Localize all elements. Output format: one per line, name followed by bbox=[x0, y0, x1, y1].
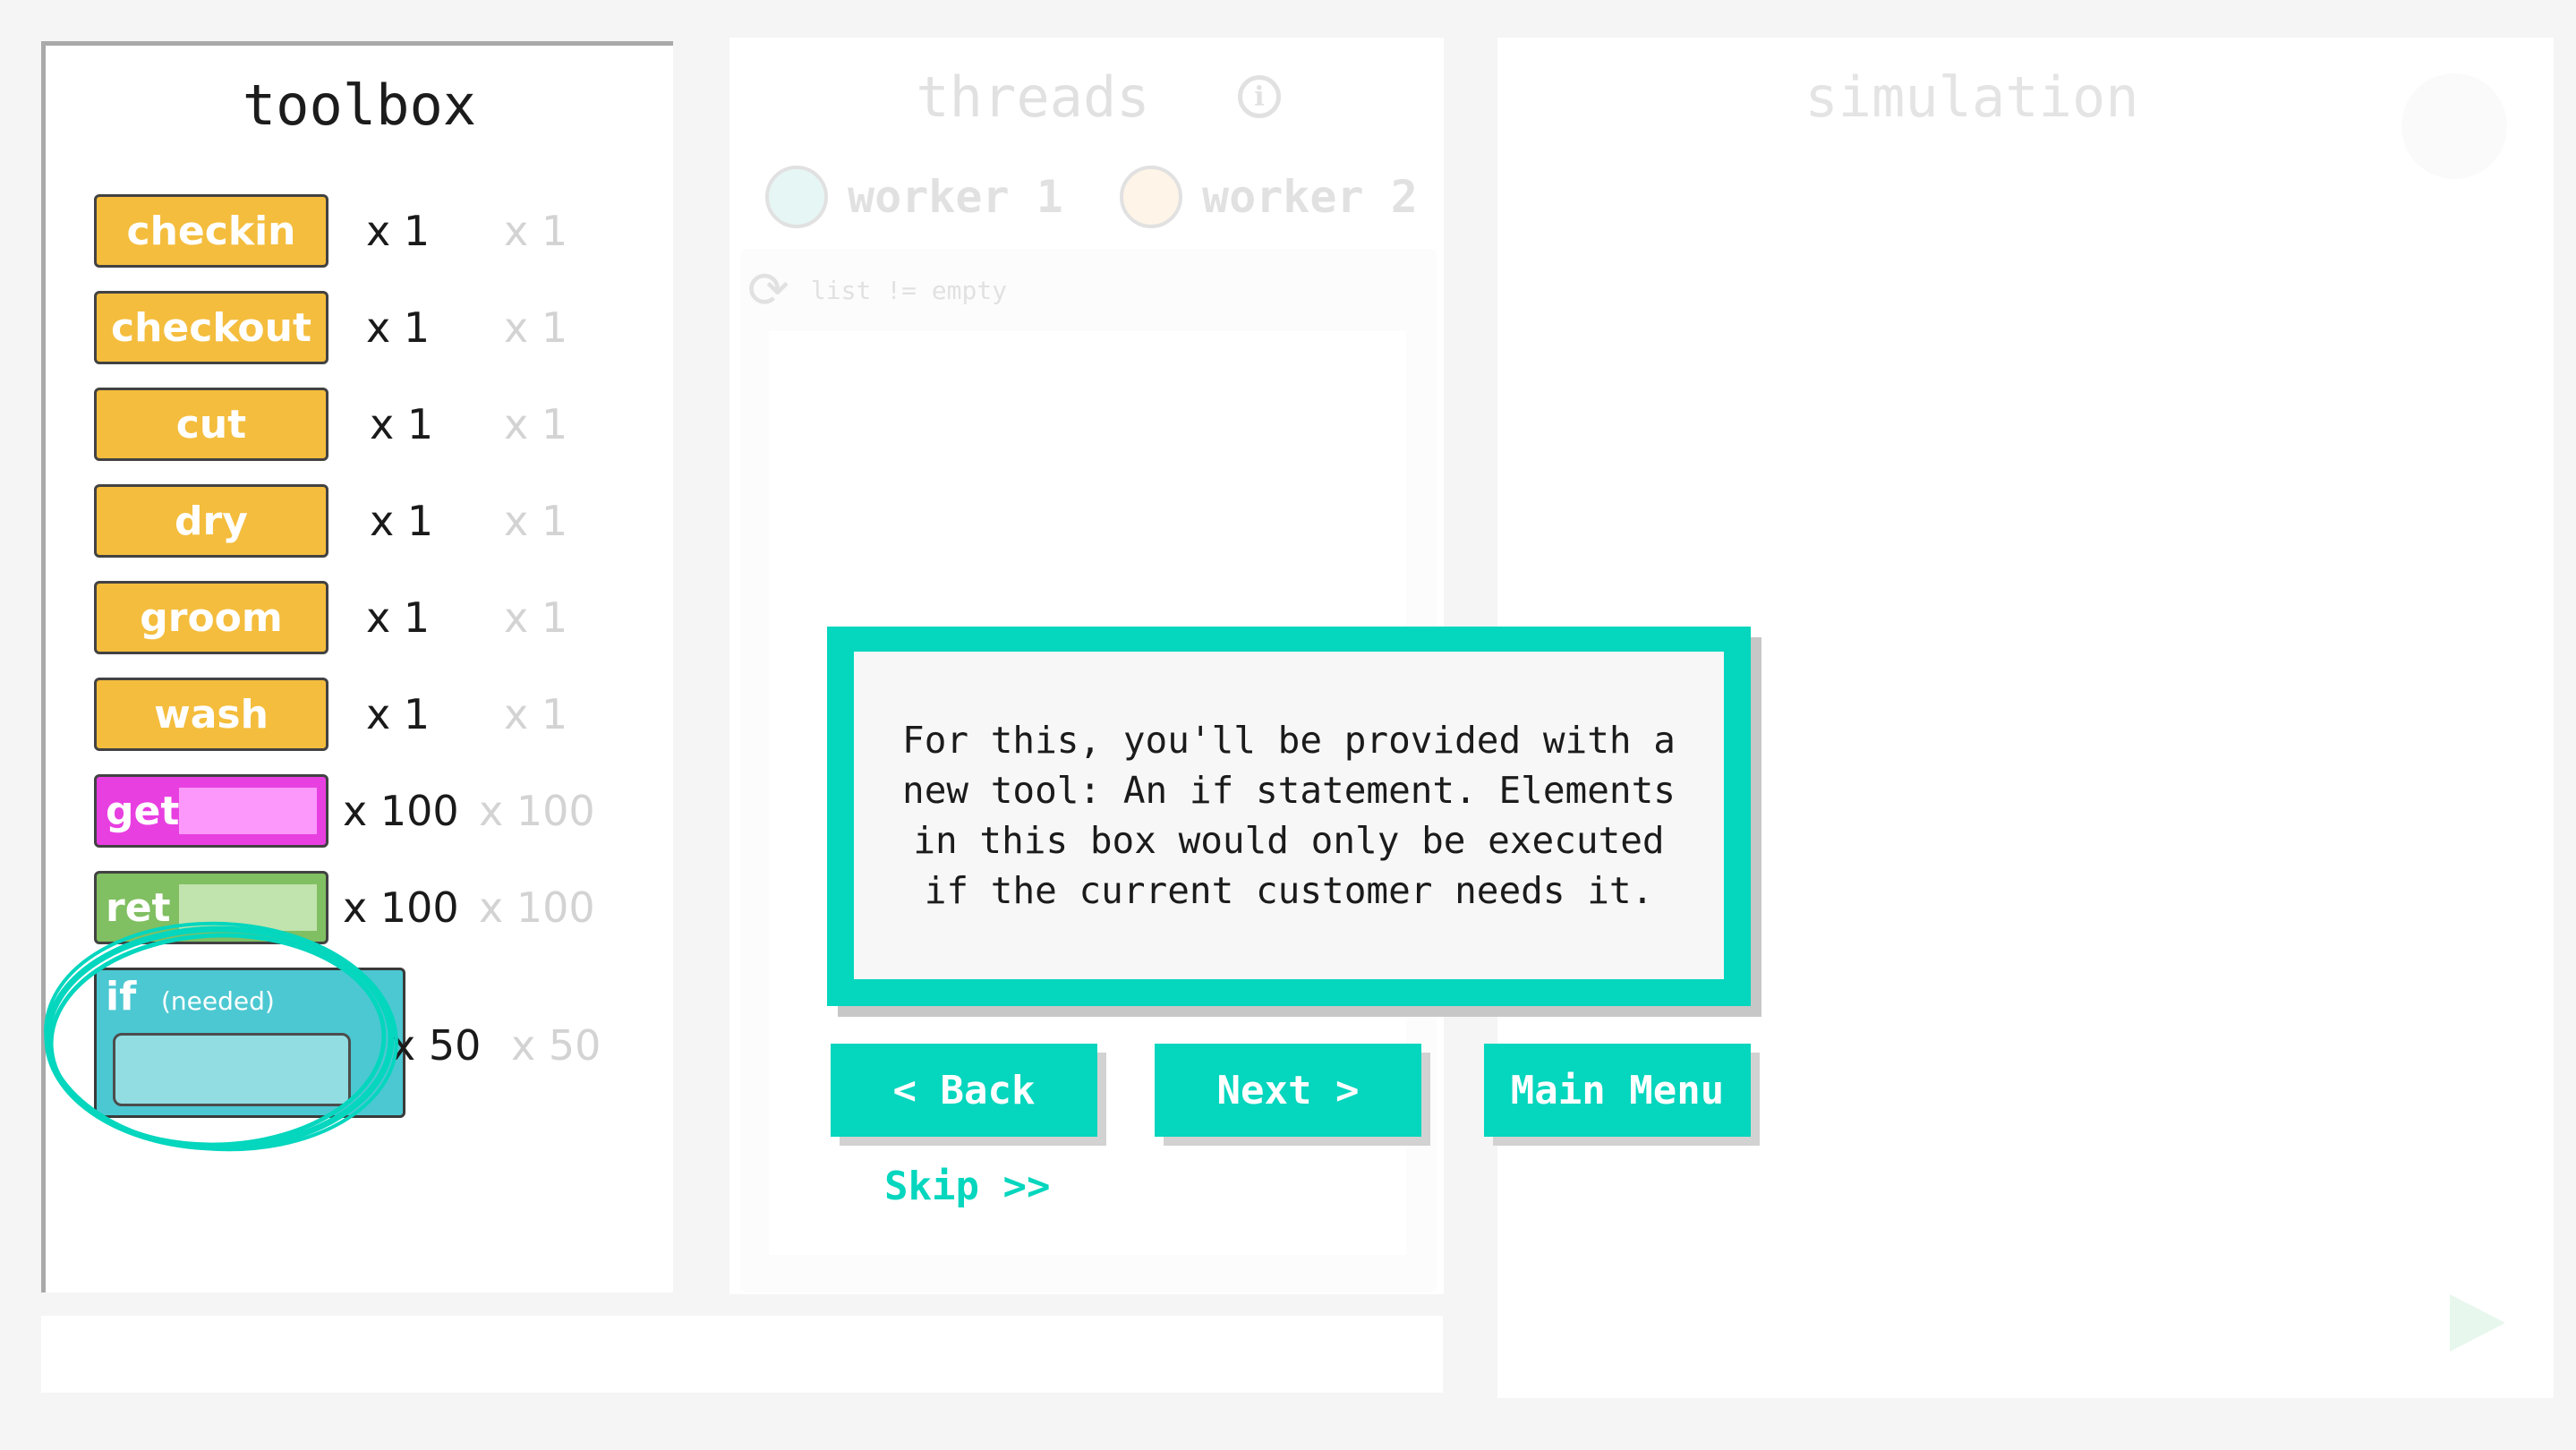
worker-1-label: worker 1 bbox=[848, 171, 1063, 223]
main-menu-button[interactable]: Main Menu bbox=[1484, 1044, 1751, 1137]
tool-max-count: x 1 bbox=[504, 303, 568, 352]
tool-max-count: x 1 bbox=[504, 690, 568, 738]
tab-worker-2[interactable]: worker 2 bbox=[1120, 161, 1418, 233]
loop-condition: list != empty bbox=[810, 276, 1008, 305]
ret-block-slot[interactable] bbox=[179, 884, 317, 931]
checkout-block[interactable]: checkout bbox=[94, 291, 328, 364]
worker-2-label: worker 2 bbox=[1202, 171, 1418, 223]
tool-row-groom: groom x 1 x 1 bbox=[46, 581, 672, 656]
tool-count: x 1 bbox=[370, 497, 434, 545]
cut-block[interactable]: cut bbox=[94, 388, 328, 461]
checkin-block[interactable]: checkin bbox=[94, 194, 328, 268]
dialog-body: For this, you'll be provided with a new … bbox=[854, 652, 1724, 979]
get-block-slot[interactable] bbox=[179, 788, 317, 834]
tool-row-get: get x 100 x 100 bbox=[46, 774, 672, 849]
tutorial-dialog: For this, you'll be provided with a new … bbox=[827, 627, 1751, 1006]
tool-count: x 1 bbox=[366, 207, 431, 255]
tool-row-checkin: checkin x 1 x 1 bbox=[46, 194, 672, 269]
toolbox-title: toolbox bbox=[242, 72, 477, 138]
get-block[interactable]: get bbox=[94, 774, 328, 848]
tool-max-count: x 100 bbox=[479, 883, 595, 932]
tool-count: x 1 bbox=[366, 303, 431, 352]
tool-row-if: if (needed) x 50 x 50 bbox=[46, 968, 672, 1129]
tool-count: x 1 bbox=[370, 400, 434, 448]
simulation-title: simulation bbox=[1804, 64, 2139, 130]
person-avatar-icon bbox=[1120, 166, 1182, 228]
tool-max-count: x 50 bbox=[511, 1021, 601, 1070]
tool-max-count: x 1 bbox=[504, 593, 568, 642]
loop-header: ⟳ list != empty bbox=[747, 261, 1007, 320]
tab-worker-1[interactable]: worker 1 bbox=[765, 161, 1063, 233]
dry-block[interactable]: dry bbox=[94, 484, 328, 558]
tool-max-count: x 1 bbox=[504, 400, 568, 448]
tool-row-dry: dry x 1 x 1 bbox=[46, 484, 672, 559]
tool-max-count: x 100 bbox=[479, 787, 595, 835]
tool-count: x 100 bbox=[343, 883, 459, 932]
info-icon[interactable]: i bbox=[1238, 75, 1281, 118]
tool-count: x 100 bbox=[343, 787, 459, 835]
settings-icon[interactable] bbox=[2401, 73, 2507, 179]
tool-max-count: x 1 bbox=[504, 207, 568, 255]
loop-icon: ⟳ bbox=[747, 261, 789, 320]
tool-row-ret: ret x 100 x 100 bbox=[46, 871, 672, 946]
if-body-slot[interactable] bbox=[113, 1033, 351, 1106]
tool-max-count: x 1 bbox=[504, 497, 568, 545]
back-button[interactable]: < Back bbox=[831, 1044, 1097, 1137]
toolbox-panel: toolbox checkin x 1 x 1 checkout x 1 x 1… bbox=[41, 41, 673, 1292]
skip-link[interactable]: Skip >> bbox=[884, 1164, 1050, 1209]
next-button[interactable]: Next > bbox=[1155, 1044, 1421, 1137]
if-block[interactable]: if (needed) bbox=[94, 968, 405, 1118]
if-keyword: if bbox=[106, 974, 137, 1019]
tool-row-wash: wash x 1 x 1 bbox=[46, 678, 672, 753]
person-avatar-icon bbox=[765, 166, 828, 228]
tool-count: x 50 bbox=[391, 1021, 482, 1070]
play-icon[interactable] bbox=[2450, 1294, 2505, 1352]
tool-count: x 1 bbox=[366, 593, 431, 642]
tool-count: x 1 bbox=[366, 690, 431, 738]
if-note: (needed) bbox=[161, 986, 275, 1016]
tool-row-checkout: checkout x 1 x 1 bbox=[46, 291, 672, 366]
tool-row-cut: cut x 1 x 1 bbox=[46, 388, 672, 463]
dialog-text: For this, you'll be provided with a new … bbox=[902, 719, 1676, 912]
groom-block[interactable]: groom bbox=[94, 581, 328, 654]
bottom-bar bbox=[41, 1316, 1443, 1393]
wash-block[interactable]: wash bbox=[94, 678, 328, 751]
ret-block-label: ret bbox=[106, 884, 171, 931]
ret-block[interactable]: ret bbox=[94, 871, 328, 944]
get-block-label: get bbox=[106, 788, 180, 834]
